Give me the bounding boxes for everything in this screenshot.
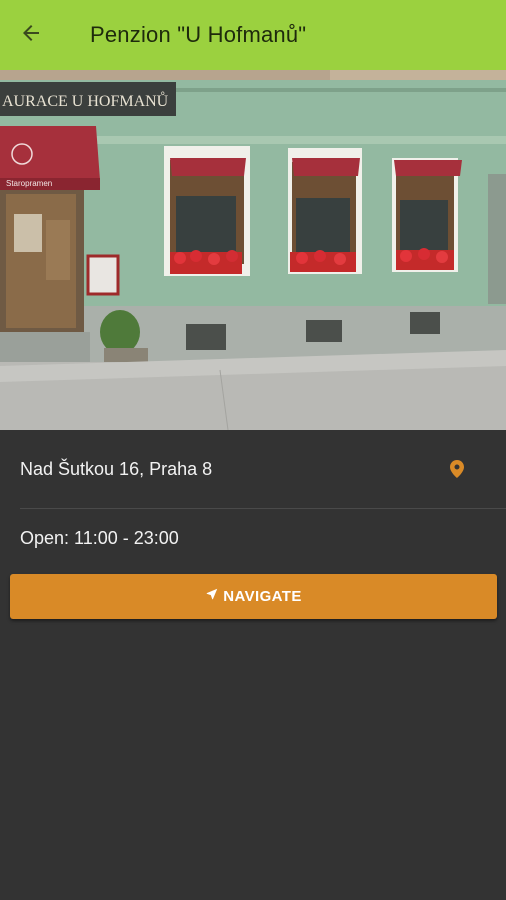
divider	[20, 508, 506, 509]
opening-hours: Open: 11:00 - 23:00	[20, 527, 179, 548]
awning-text: Staropramen	[6, 179, 52, 188]
app-bar: Penzion "U Hofmanů"	[0, 0, 506, 70]
place-details: Nad Šutkou 16, Praha 8 Open: 11:00 - 23:…	[0, 430, 506, 900]
address-row[interactable]: Nad Šutkou 16, Praha 8	[0, 430, 506, 508]
place-photo: AURACE U HOFMANŮ Staropramen	[0, 70, 506, 430]
navigate-label: NAVIGATE	[223, 588, 302, 605]
sign-text: AURACE U HOFMANŮ	[2, 91, 169, 110]
arrow-left-icon	[19, 21, 43, 50]
back-button[interactable]	[0, 0, 62, 70]
navigation-arrow-icon	[205, 587, 219, 606]
address-text: Nad Šutkou 16, Praha 8	[20, 458, 213, 479]
page-title: Penzion "U Hofmanů"	[90, 22, 307, 47]
navigate-button[interactable]: NAVIGATE	[10, 574, 497, 619]
map-pin-icon[interactable]	[442, 460, 472, 478]
